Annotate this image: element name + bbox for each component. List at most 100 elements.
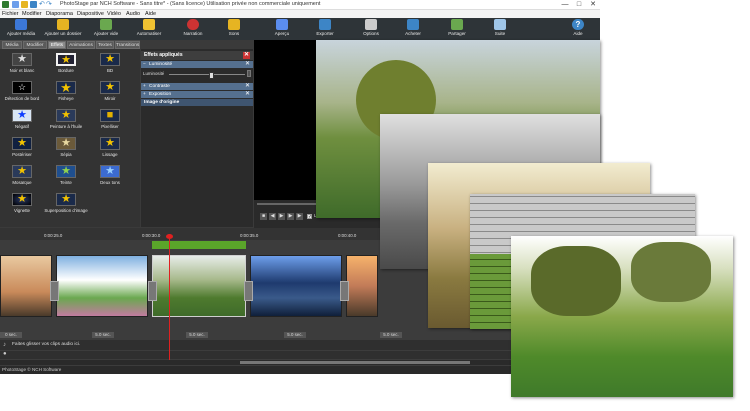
star-icon: ★ bbox=[105, 165, 115, 177]
undo-icon[interactable]: ↶ bbox=[39, 1, 46, 8]
maximize-button[interactable]: □ bbox=[572, 0, 586, 10]
suite-button[interactable]: Suite bbox=[486, 19, 514, 40]
applied-effect-brightness[interactable]: − Luminosité ✕ bbox=[141, 61, 253, 68]
effect-label: Mosaïque bbox=[12, 180, 32, 185]
toolbar-label: Narration bbox=[183, 31, 203, 36]
slider-spin-box[interactable] bbox=[247, 70, 251, 77]
effect-image-overlay[interactable]: ★ Superposition d'image bbox=[44, 191, 88, 223]
menu-slide[interactable]: Diapositive bbox=[77, 10, 104, 18]
clip-duration: 0 sec. bbox=[0, 332, 22, 338]
selected-clip-indicator bbox=[152, 241, 246, 249]
expand-icon[interactable]: + bbox=[143, 91, 146, 98]
audio-track[interactable]: ♪ Faites glisser vos clips audio ici. bbox=[0, 340, 600, 350]
tab-transitions[interactable]: Transitions bbox=[115, 41, 140, 49]
tab-media[interactable]: Média bbox=[2, 41, 22, 49]
timeline-clip-4[interactable] bbox=[250, 255, 342, 317]
menu-file[interactable]: Fichier bbox=[2, 10, 19, 18]
tab-animations[interactable]: Animations bbox=[67, 41, 95, 49]
menu-slideshow[interactable]: Diaporama bbox=[46, 10, 73, 18]
minimize-button[interactable]: — bbox=[558, 0, 572, 10]
share-button[interactable]: Partager bbox=[440, 19, 474, 40]
remove-effect-icon[interactable]: ✕ bbox=[245, 83, 250, 90]
save-icon[interactable] bbox=[30, 1, 37, 8]
auto-play-checkbox[interactable]: ✓ bbox=[307, 214, 312, 220]
effect-thumbnail: ★ bbox=[56, 53, 76, 66]
transition-marker[interactable] bbox=[340, 281, 349, 301]
buy-button[interactable]: Acheter bbox=[398, 19, 428, 40]
add-media-button[interactable]: Ajouter média bbox=[4, 19, 38, 40]
sounds-icon bbox=[228, 19, 240, 30]
stop-icon[interactable]: ■ bbox=[260, 213, 267, 220]
window-title: PhotoStage par NCH Software - Sans titre… bbox=[60, 1, 321, 7]
effect-label: Pixelliser bbox=[101, 124, 119, 129]
applied-effect-contrast[interactable]: + Contraste ✕ bbox=[141, 83, 253, 90]
effect-label: Détection de bord bbox=[4, 96, 40, 101]
menu-help[interactable]: Aide bbox=[145, 10, 156, 18]
redo-icon[interactable]: ↷ bbox=[46, 1, 53, 8]
transition-marker[interactable] bbox=[148, 281, 157, 301]
timeline-clip-5[interactable] bbox=[346, 255, 378, 317]
play-icon[interactable]: ▶ bbox=[278, 213, 285, 220]
applied-effect-label: Exposition bbox=[149, 92, 172, 97]
export-button[interactable]: Exporter bbox=[310, 19, 340, 40]
help-button[interactable]: ? Aide bbox=[564, 19, 592, 40]
clip-duration: 5.0 sec. bbox=[92, 332, 114, 338]
effect-vignette[interactable]: ★ Vignette bbox=[0, 191, 44, 223]
clip-duration: 5.0 sec. bbox=[380, 332, 402, 338]
effect-label: Superposition d'image bbox=[44, 208, 88, 213]
timeline-tick: 0:00:40.0 bbox=[338, 233, 357, 238]
timeline-scrollbar[interactable] bbox=[0, 360, 600, 365]
playhead-handle[interactable] bbox=[166, 234, 173, 239]
menu-edit[interactable]: Modifier bbox=[22, 10, 42, 18]
tab-edit[interactable]: Modifier bbox=[23, 41, 47, 49]
effect-label: Teinte bbox=[60, 180, 72, 185]
applied-effect-exposure[interactable]: + Exposition ✕ bbox=[141, 91, 253, 98]
narration-track[interactable]: ● bbox=[0, 351, 600, 359]
automate-button[interactable]: Automatiser bbox=[134, 19, 164, 40]
tab-texts[interactable]: Textes bbox=[96, 41, 114, 49]
close-panel-icon[interactable]: ✕ bbox=[243, 52, 250, 59]
close-window-button[interactable]: ✕ bbox=[586, 0, 600, 10]
transition-marker[interactable] bbox=[50, 281, 59, 301]
help-icon: ? bbox=[572, 19, 584, 30]
effect-thumbnail: ★ bbox=[56, 165, 76, 178]
timeline-clip-2[interactable] bbox=[56, 255, 148, 317]
timeline-scrollbar-thumb[interactable] bbox=[240, 361, 470, 364]
effect-thumbnail: ★ bbox=[100, 53, 120, 66]
toolbar-label: Partager bbox=[448, 31, 466, 36]
image-origin-row[interactable]: Image d'origine bbox=[141, 99, 253, 106]
remove-effect-icon[interactable]: ✕ bbox=[245, 91, 250, 98]
effect-thumbnail: ★ bbox=[12, 165, 32, 178]
music-note-icon: ♪ bbox=[3, 342, 6, 348]
narration-button[interactable]: Narration bbox=[178, 19, 208, 40]
end-icon[interactable]: ▶ bbox=[296, 213, 303, 220]
tab-effects[interactable]: Effets bbox=[48, 41, 66, 49]
preview-button[interactable]: Aperçu bbox=[268, 19, 296, 40]
options-button[interactable]: Options bbox=[356, 19, 386, 40]
transition-marker[interactable] bbox=[244, 281, 253, 301]
effect-label: Miroir bbox=[104, 96, 116, 101]
expand-icon[interactable]: + bbox=[143, 83, 146, 90]
playhead[interactable] bbox=[169, 234, 170, 360]
menu-video[interactable]: Vidéo bbox=[107, 10, 121, 18]
add-folder-button[interactable]: Ajouter un dossier bbox=[40, 19, 86, 40]
add-blank-button[interactable]: Ajouter vide bbox=[90, 19, 122, 40]
previous-frame-icon[interactable]: ◀ bbox=[269, 213, 276, 220]
star-icon: ☆ bbox=[17, 82, 27, 92]
effect-two-tone[interactable]: ★ Deux tons bbox=[88, 163, 132, 195]
collapse-icon[interactable]: − bbox=[143, 61, 146, 68]
timeline-clip-1[interactable] bbox=[0, 255, 52, 317]
remove-effect-icon[interactable]: ✕ bbox=[245, 61, 250, 68]
brightness-slider-track[interactable] bbox=[169, 74, 245, 75]
sounds-button[interactable]: Sons bbox=[220, 19, 248, 40]
example-photo-posterize bbox=[511, 236, 733, 397]
timeline-clip-3-selected[interactable] bbox=[152, 255, 246, 317]
microphone-icon: ● bbox=[3, 351, 7, 357]
open-icon[interactable] bbox=[21, 1, 28, 8]
effect-thumbnail: ■ bbox=[100, 109, 120, 122]
effect-thumbnail: ★ bbox=[12, 53, 32, 66]
brightness-slider-thumb[interactable] bbox=[208, 72, 214, 79]
menu-audio[interactable]: Audio bbox=[126, 10, 140, 18]
new-icon[interactable] bbox=[12, 1, 19, 8]
next-frame-icon[interactable]: ▶ bbox=[287, 213, 294, 220]
